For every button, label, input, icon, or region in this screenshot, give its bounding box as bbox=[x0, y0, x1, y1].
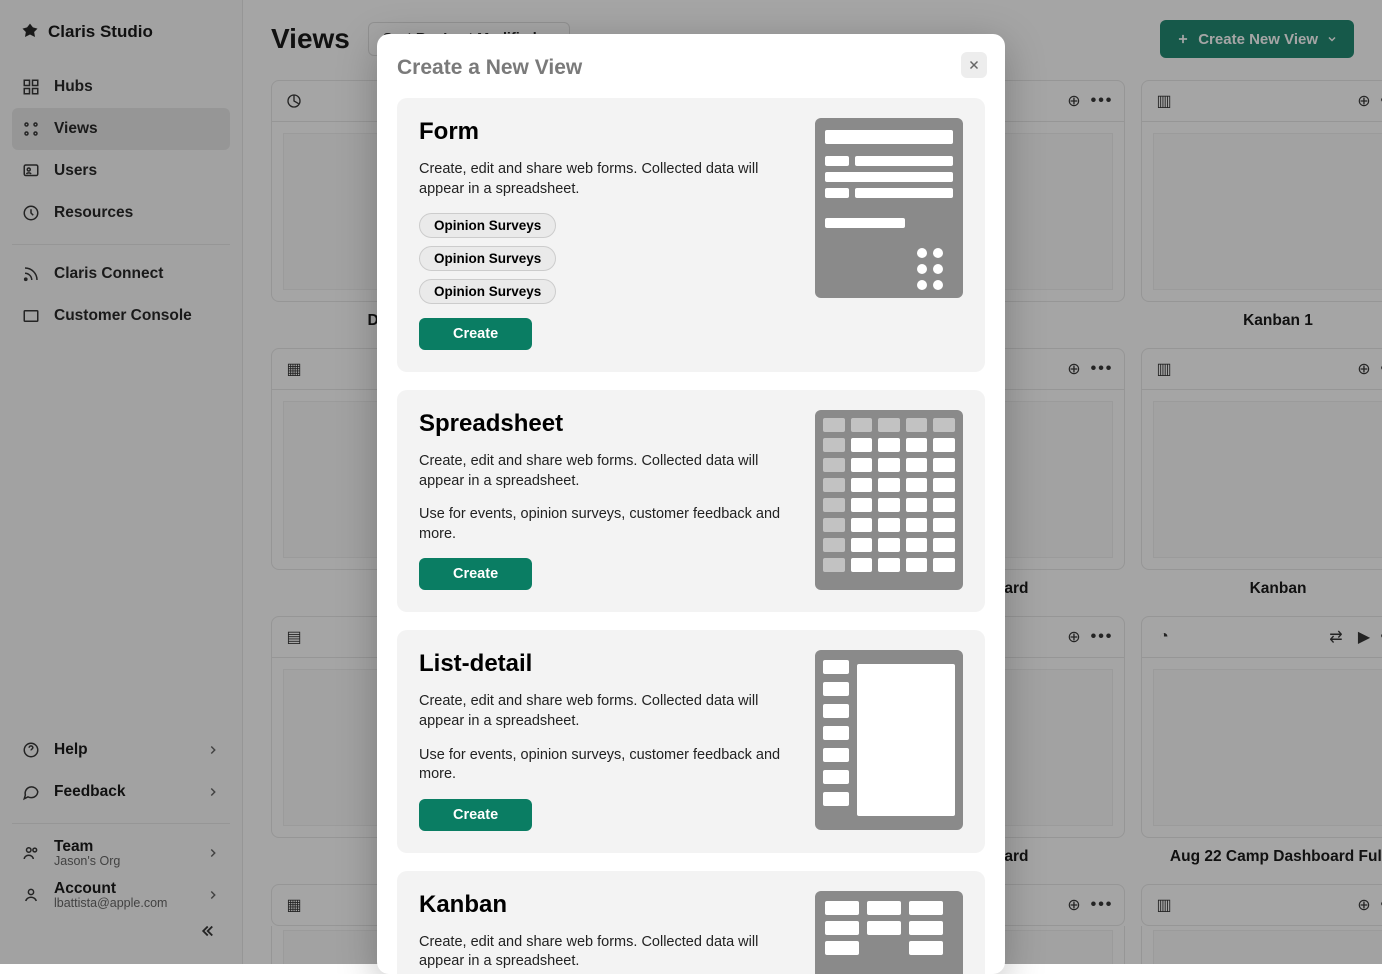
option-desc: Create, edit and share web forms. Collec… bbox=[419, 160, 787, 199]
option-chips: Opinion Surveys Opinion Surveys Opinion … bbox=[419, 213, 787, 304]
close-icon bbox=[967, 58, 981, 72]
option-desc2: Use for events, opinion surveys, custome… bbox=[419, 505, 787, 544]
option-heading: List-detail bbox=[419, 650, 787, 678]
chip[interactable]: Opinion Surveys bbox=[419, 213, 556, 238]
chip[interactable]: Opinion Surveys bbox=[419, 279, 556, 304]
option-desc: Create, edit and share web forms. Collec… bbox=[419, 692, 787, 731]
form-illustration bbox=[815, 118, 963, 298]
create-form-button[interactable]: Create bbox=[419, 318, 532, 350]
kanban-illustration bbox=[815, 891, 963, 974]
option-heading: Kanban bbox=[419, 891, 787, 919]
spreadsheet-illustration bbox=[815, 410, 963, 590]
view-option-kanban: Kanban Create, edit and share web forms.… bbox=[397, 871, 985, 974]
chip[interactable]: Opinion Surveys bbox=[419, 246, 556, 271]
option-desc2: Use for events, opinion surveys, custome… bbox=[419, 746, 787, 785]
list-detail-illustration bbox=[815, 650, 963, 830]
view-option-form: Form Create, edit and share web forms. C… bbox=[397, 98, 985, 372]
option-desc: Create, edit and share web forms. Collec… bbox=[419, 452, 787, 491]
close-button[interactable] bbox=[961, 52, 987, 78]
view-option-spreadsheet: Spreadsheet Create, edit and share web f… bbox=[397, 390, 985, 612]
option-heading: Spreadsheet bbox=[419, 410, 787, 438]
create-spreadsheet-button[interactable]: Create bbox=[419, 558, 532, 590]
create-view-modal: Create a New View Form Create, edit and … bbox=[377, 34, 1005, 974]
view-option-list-detail: List-detail Create, edit and share web f… bbox=[397, 630, 985, 852]
option-heading: Form bbox=[419, 118, 787, 146]
modal-title: Create a New View bbox=[397, 56, 985, 80]
option-desc: Create, edit and share web forms. Collec… bbox=[419, 933, 787, 972]
create-list-detail-button[interactable]: Create bbox=[419, 799, 532, 831]
